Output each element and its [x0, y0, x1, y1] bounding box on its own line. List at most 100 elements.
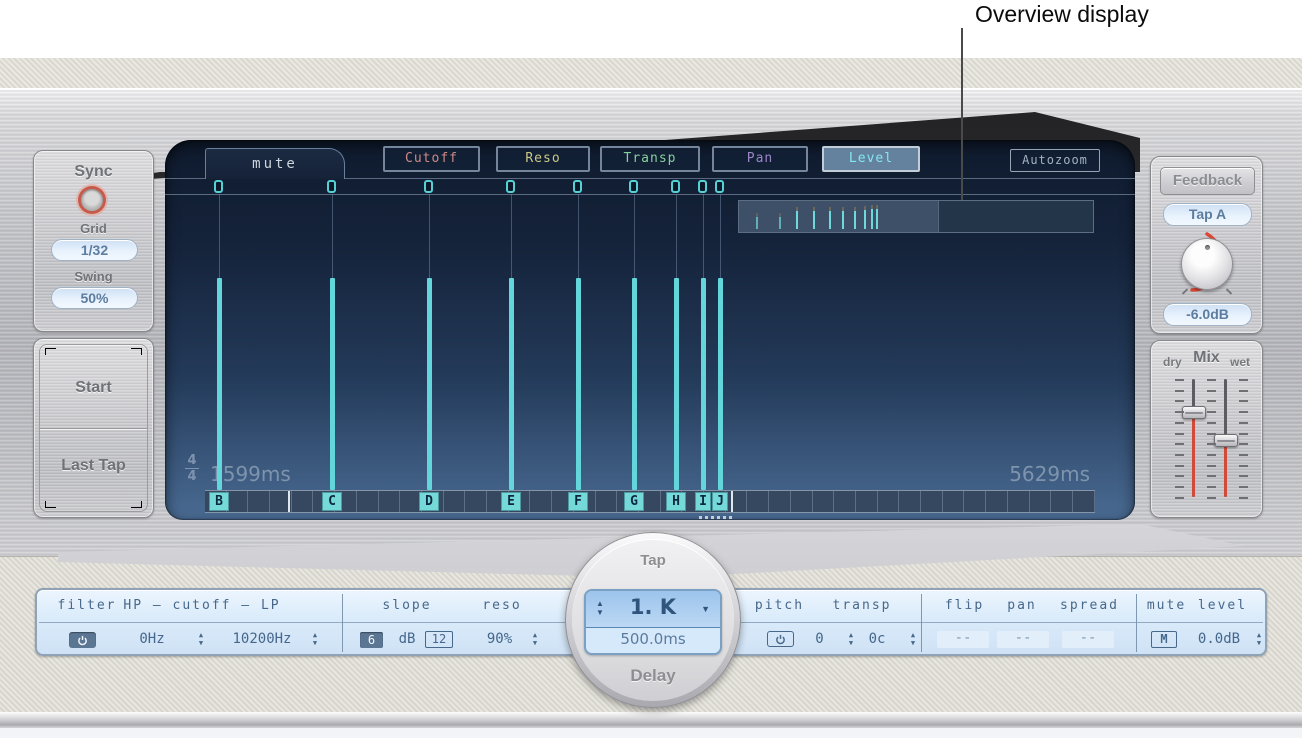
stepper-up-icon[interactable]: ▲ [195, 631, 207, 639]
stepper-up-icon[interactable]: ▲ [1253, 631, 1265, 639]
tap-pad[interactable]: Tap ▲▼ 1. K ▼ 500.0ms Delay [565, 532, 741, 708]
mute-toggle-J[interactable] [715, 180, 724, 193]
semitones-stepper[interactable]: ▲▼ [845, 631, 857, 648]
autozoom-button[interactable]: Autozoom [1010, 149, 1100, 172]
tap-bar-I[interactable] [701, 278, 706, 490]
tap-bar-F[interactable] [576, 278, 581, 490]
tap-bar-E[interactable] [509, 278, 514, 490]
mute-toggle-B[interactable] [214, 180, 223, 193]
dry-slider-handle[interactable] [1182, 406, 1206, 419]
tap-id-D[interactable]: D [419, 492, 439, 511]
mute-toggle-E[interactable] [506, 180, 515, 193]
slider-tick [1175, 497, 1184, 499]
cents-stepper[interactable]: ▲▼ [907, 631, 919, 648]
reso-stepper[interactable]: ▲▼ [529, 631, 541, 648]
mute-toggle-I[interactable] [698, 180, 707, 193]
tap-bar-H[interactable] [674, 278, 679, 490]
overview-tap-line [864, 206, 866, 229]
tap-id-F[interactable]: F [568, 492, 588, 511]
stepper-up-icon[interactable]: ▲ [309, 631, 321, 639]
view-button-pan[interactable]: Pan [712, 146, 808, 172]
overview-zoom-window[interactable] [739, 201, 939, 232]
id-grid-cell [227, 491, 249, 512]
wet-slider-handle[interactable] [1214, 434, 1238, 447]
level-stepper[interactable]: ▲▼ [1253, 631, 1265, 648]
pitch-power-button[interactable] [767, 631, 794, 647]
spread-value[interactable]: -- [1062, 631, 1114, 648]
flip-value[interactable]: -- [937, 631, 989, 648]
stepper-down-icon[interactable]: ▼ [907, 639, 919, 647]
start-button[interactable]: Start [34, 379, 153, 397]
tap-id-G[interactable]: G [624, 492, 644, 511]
feedback-button[interactable]: Feedback [1160, 167, 1255, 195]
last-tap-button[interactable]: Last Tap [34, 457, 153, 475]
view-button-cutoff[interactable]: Cutoff [383, 146, 480, 172]
slope-6db-button[interactable]: 6 [360, 632, 383, 648]
tap-bar-G[interactable] [632, 278, 637, 490]
mute-toggle-C[interactable] [327, 180, 336, 193]
tap-bar-B[interactable] [217, 278, 222, 490]
feedback-knob[interactable] [1181, 238, 1233, 290]
tap-id-I[interactable]: I [695, 492, 711, 511]
slider-tick [1239, 390, 1248, 392]
selected-tap-value[interactable]: 1. K [586, 595, 720, 619]
tap-bar-D[interactable] [427, 278, 432, 490]
slider-tick [1239, 379, 1248, 381]
hp-cutoff-value[interactable]: 0Hz [112, 628, 192, 650]
feedback-tap-selector[interactable]: Tap A [1163, 203, 1252, 226]
id-grid-cell [813, 491, 835, 512]
pitch-cents-value[interactable]: 0c [859, 628, 895, 650]
stepper-down-icon[interactable]: ▼ [1253, 639, 1265, 647]
level-value[interactable]: 0.0dB [1179, 628, 1259, 650]
grid-value[interactable]: 1/32 [51, 239, 138, 261]
mute-button[interactable]: M [1151, 631, 1177, 648]
reso-value[interactable]: 90% [462, 628, 537, 650]
tap-id-J[interactable]: J [712, 492, 728, 511]
tap-id-bar[interactable]: B C D E F G HIJ [205, 490, 1095, 513]
hp-stepper[interactable]: ▲▼ [195, 631, 207, 648]
main-display[interactable]: mute Autozoom 4 4 1599ms 5629ms BCDEFGHI… [165, 140, 1135, 520]
mute-toggle-D[interactable] [424, 180, 433, 193]
id-grid-cell [943, 491, 965, 512]
pitch-semitones-value[interactable]: 0 [802, 628, 837, 650]
transport-panel: Start Last Tap [33, 338, 154, 518]
slope-12db-button[interactable]: 12 [425, 631, 453, 648]
mute-tab[interactable]: mute [205, 148, 345, 179]
stepper-down-icon[interactable]: ▼ [195, 639, 207, 647]
stepper-up-icon[interactable]: ▲ [907, 631, 919, 639]
filter-power-button[interactable] [69, 632, 96, 648]
sync-led-button[interactable] [81, 189, 103, 211]
stepper-down-icon[interactable]: ▼ [845, 639, 857, 647]
grid-label: Grid [34, 221, 153, 236]
lp-cutoff-value[interactable]: 10200Hz [207, 628, 317, 650]
tap-id-C[interactable]: C [322, 492, 342, 511]
lp-stepper[interactable]: ▲▼ [309, 631, 321, 648]
slider-tick [1207, 454, 1216, 456]
transport-divider [40, 428, 147, 429]
stepper-down-icon[interactable]: ▼ [529, 639, 541, 647]
tap-id-E[interactable]: E [501, 492, 521, 511]
view-button-transp[interactable]: Transp [600, 146, 700, 172]
pan-value[interactable]: -- [997, 631, 1049, 648]
stepper-up-icon[interactable]: ▲ [529, 631, 541, 639]
view-button-reso[interactable]: Reso [496, 146, 590, 172]
tap-dropdown-icon[interactable]: ▼ [701, 604, 710, 614]
slider-tick [1207, 422, 1216, 424]
tap-bar-J[interactable] [718, 278, 723, 490]
mute-toggle-F[interactable] [573, 180, 582, 193]
id-grid-cell [1030, 491, 1052, 512]
overflow-dot [699, 516, 702, 519]
stepper-down-icon[interactable]: ▼ [309, 639, 321, 647]
mute-toggle-H[interactable] [671, 180, 680, 193]
view-button-level[interactable]: Level [822, 146, 920, 172]
swing-value[interactable]: 50% [51, 287, 138, 309]
tap-id-B[interactable]: B [209, 492, 229, 511]
stepper-up-icon[interactable]: ▲ [845, 631, 857, 639]
overview-display[interactable] [738, 200, 1094, 233]
delay-time-value[interactable]: 500.0ms [586, 630, 720, 648]
tap-bar-C[interactable] [330, 278, 335, 490]
feedback-amount[interactable]: -6.0dB [1163, 303, 1252, 326]
tap-id-H[interactable]: H [666, 492, 686, 511]
tap-delay-readout[interactable]: ▲▼ 1. K ▼ 500.0ms [584, 589, 722, 655]
mute-toggle-G[interactable] [629, 180, 638, 193]
